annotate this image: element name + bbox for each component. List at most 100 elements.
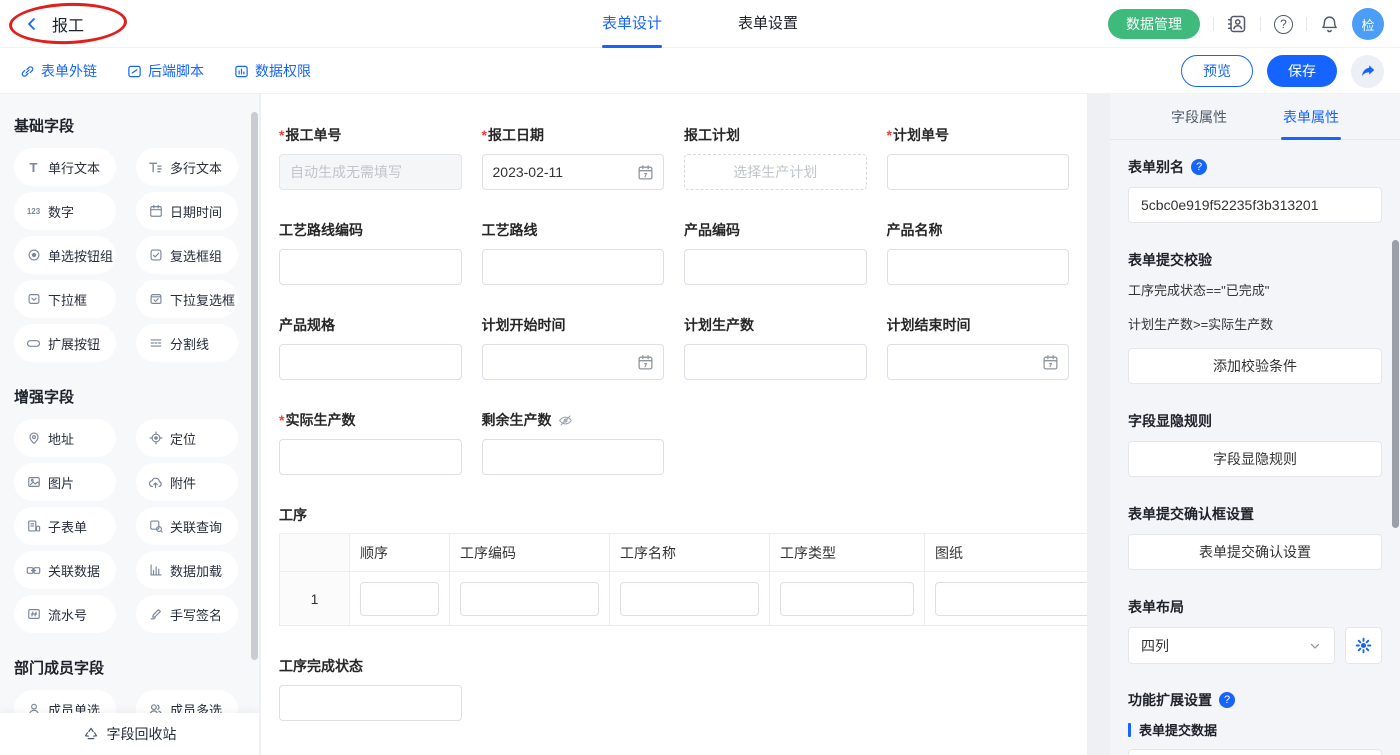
product-spec-input[interactable]: [279, 344, 462, 380]
palette-item-address[interactable]: 地址: [14, 419, 116, 457]
field-process-status[interactable]: 工序完成状态: [279, 656, 462, 721]
palette-item-relation-query[interactable]: 关联查询: [136, 507, 238, 545]
radio-icon: [25, 248, 42, 262]
select-plan-picker[interactable]: 选择生产计划: [684, 154, 867, 190]
plan-qty-input[interactable]: [684, 344, 867, 380]
field-plan-qty[interactable]: 计划生产数: [684, 315, 867, 380]
help-badge-icon[interactable]: ?: [1219, 692, 1235, 708]
external-link-action[interactable]: 表单外链: [20, 61, 97, 81]
help-badge-icon[interactable]: ?: [1191, 159, 1207, 175]
calendar-icon[interactable]: [637, 164, 654, 181]
preview-button[interactable]: 预览: [1181, 55, 1253, 87]
bell-icon[interactable]: [1320, 15, 1339, 34]
process-code-cell-input[interactable]: [460, 582, 599, 616]
data-permission-action[interactable]: 数据权限: [234, 61, 311, 81]
palette-item-signature[interactable]: 手写签名: [136, 595, 238, 633]
subtable-index-header: [280, 534, 350, 572]
palette-item-extend-button[interactable]: 扩展按钮: [14, 324, 116, 362]
field-route[interactable]: 工艺路线: [482, 220, 665, 285]
palette-item-multi-text[interactable]: 多行文本: [136, 148, 238, 186]
backend-script-action[interactable]: 后端脚本: [127, 61, 204, 81]
panel-scrollbar[interactable]: [1392, 240, 1399, 528]
layout-settings-button[interactable]: [1345, 627, 1382, 664]
tab-field-properties[interactable]: 字段属性: [1171, 94, 1227, 140]
form-toolbar: 表单外链 后端脚本 数据权限 预览 保存: [0, 48, 1400, 94]
palette-item-checkbox-group[interactable]: 复选框组: [136, 236, 238, 274]
palette-item-image[interactable]: 图片: [14, 463, 116, 501]
palette-item-radio-group[interactable]: 单选按钮组: [14, 236, 116, 274]
palette-item-serial-number[interactable]: 流水号: [14, 595, 116, 633]
help-icon[interactable]: ?: [1274, 15, 1293, 34]
subtable-row: 1: [280, 572, 1088, 626]
process-status-input[interactable]: [279, 685, 462, 721]
report-no-input[interactable]: 自动生成无需填写: [279, 154, 462, 190]
field-product-code[interactable]: 产品编码: [684, 220, 867, 285]
submit-data-assistant-input[interactable]: 已添加1条数据助手: [1128, 749, 1382, 755]
actual-qty-input[interactable]: [279, 439, 462, 475]
validation-rule[interactable]: 工序完成状态=="已完成": [1128, 280, 1382, 299]
user-avatar[interactable]: 检: [1352, 8, 1384, 40]
tab-form-properties[interactable]: 表单属性: [1283, 94, 1339, 140]
plan-start-time-input[interactable]: [482, 344, 665, 380]
plan-no-input[interactable]: [887, 154, 1070, 190]
field-report-plan[interactable]: 报工计划 选择生产计划: [684, 125, 867, 190]
tab-form-settings[interactable]: 表单设置: [738, 0, 798, 48]
route-input[interactable]: [482, 249, 665, 285]
field-plan-start-time[interactable]: 计划开始时间: [482, 315, 665, 380]
calendar-icon[interactable]: [1042, 354, 1059, 371]
visibility-rules-button[interactable]: 字段显隐规则: [1128, 441, 1382, 477]
sidebar-scrollbar[interactable]: [251, 112, 258, 660]
locate-icon: [147, 431, 164, 445]
field-plan-no[interactable]: *计划单号: [887, 125, 1070, 190]
process-name-cell-input[interactable]: [620, 582, 759, 616]
contacts-book-icon[interactable]: [1227, 14, 1247, 34]
process-subtable[interactable]: 工序 顺序 工序编码 工序名称 工序类型 图纸 1: [279, 505, 1069, 626]
form-alias-input[interactable]: 5cbc0e919f52235f3b313201: [1128, 187, 1382, 223]
field-route-code[interactable]: 工艺路线编码: [279, 220, 462, 285]
field-product-name[interactable]: 产品名称: [887, 220, 1070, 285]
field-actual-qty[interactable]: *实际生产数: [279, 410, 462, 475]
validation-rule[interactable]: 计划生产数>=实际生产数: [1128, 314, 1382, 333]
col-header-process-code: 工序编码: [450, 534, 610, 572]
share-button[interactable]: [1351, 55, 1384, 88]
field-plan-end-time[interactable]: 计划结束时间: [887, 315, 1070, 380]
palette-item-data-load[interactable]: 数据加载: [136, 551, 238, 589]
palette-item-multi-select[interactable]: 下拉复选框: [136, 280, 238, 318]
layout-select[interactable]: 四列: [1128, 627, 1335, 664]
remaining-qty-input[interactable]: [482, 439, 665, 475]
field-recycle-bin[interactable]: 字段回收站: [0, 713, 259, 755]
palette-item-attachment[interactable]: 附件: [136, 463, 238, 501]
field-product-spec[interactable]: 产品规格: [279, 315, 462, 380]
report-date-input[interactable]: 2023-02-11: [482, 154, 665, 190]
submit-confirm-button[interactable]: 表单提交确认设置: [1128, 534, 1382, 570]
palette-item-relation-data[interactable]: 关联数据: [14, 551, 116, 589]
data-manage-button[interactable]: 数据管理: [1108, 9, 1200, 39]
palette-item-datetime[interactable]: 日期时间: [136, 192, 238, 230]
process-type-cell-input[interactable]: [780, 582, 914, 616]
field-report-no[interactable]: *报工单号 自动生成无需填写: [279, 125, 462, 190]
drawing-cell-input[interactable]: [935, 582, 1087, 616]
add-validation-button[interactable]: 添加校验条件: [1128, 348, 1382, 384]
tab-form-design[interactable]: 表单设计: [602, 0, 662, 48]
product-name-input[interactable]: [887, 249, 1070, 285]
eye-off-icon[interactable]: [558, 413, 573, 428]
palette-item-select[interactable]: 下拉框: [14, 280, 116, 318]
product-code-input[interactable]: [684, 249, 867, 285]
cloud-upload-icon: [147, 475, 164, 490]
palette-item-subform[interactable]: 子表单: [14, 507, 116, 545]
palette-item-divider[interactable]: 分割线: [136, 324, 238, 362]
route-code-input[interactable]: [279, 249, 462, 285]
image-icon: [25, 475, 42, 489]
field-report-date[interactable]: *报工日期 2023-02-11: [482, 125, 665, 190]
save-button[interactable]: 保存: [1267, 55, 1337, 87]
palette-item-single-text[interactable]: T单行文本: [14, 148, 116, 186]
required-mark: *: [482, 127, 487, 143]
field-remaining-qty[interactable]: 剩余生产数: [482, 410, 665, 475]
order-cell-input[interactable]: [360, 582, 439, 616]
plan-end-time-input[interactable]: [887, 344, 1070, 380]
palette-item-locate[interactable]: 定位: [136, 419, 238, 457]
calendar-icon[interactable]: [637, 354, 654, 371]
palette-item-number[interactable]: 123数字: [14, 192, 116, 230]
pen-icon: [147, 607, 164, 621]
required-mark: *: [279, 127, 284, 143]
